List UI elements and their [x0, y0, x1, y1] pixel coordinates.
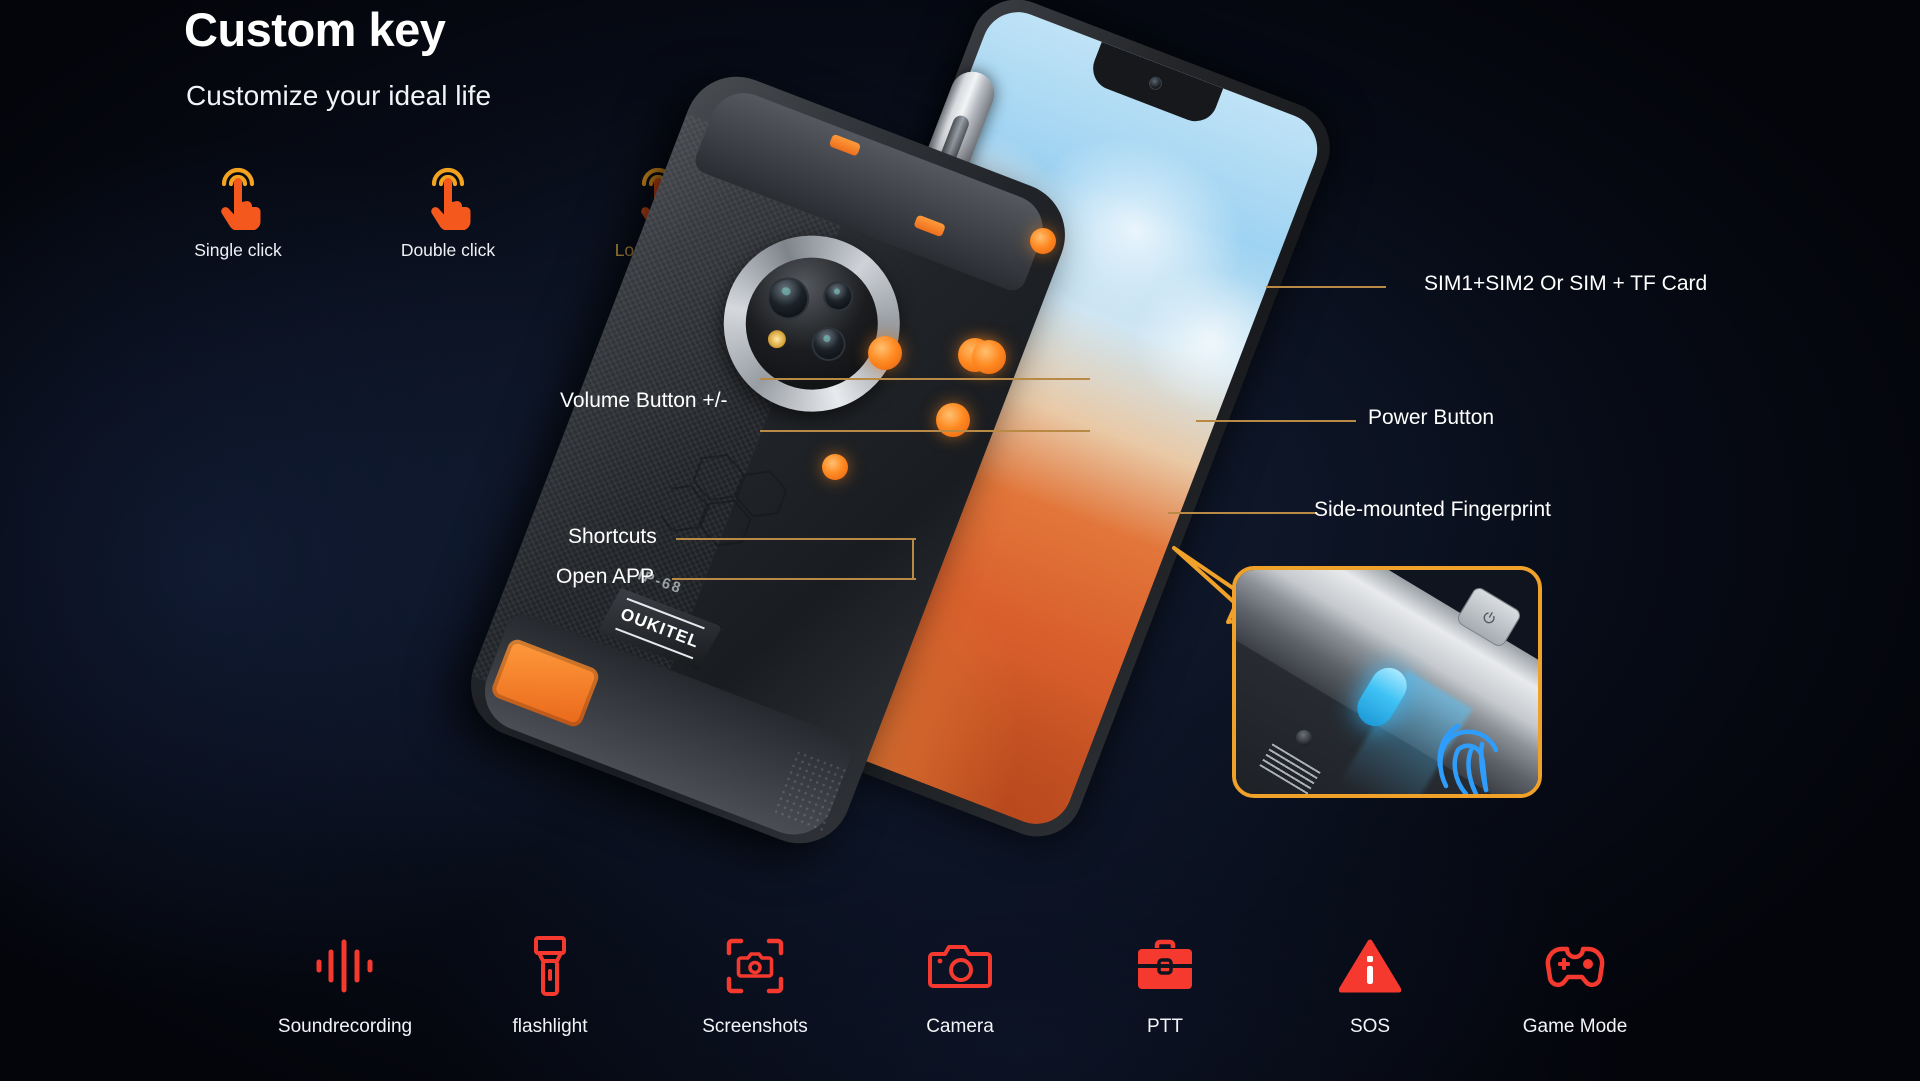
annotation-sim: SIM1+SIM2 Or SIM + TF Card [1424, 272, 1708, 295]
click-type-item: Double click [386, 158, 510, 261]
camera-lens-macro [806, 322, 851, 366]
warning-triangle-icon [1339, 930, 1401, 1002]
annotation-open-app: Open APP [556, 565, 655, 588]
bracket-volume [760, 378, 1090, 432]
feature-item-soundrecording[interactable]: Soundrecording [250, 930, 440, 1038]
feature-label: Soundrecording [277, 1016, 413, 1037]
feature-item-screenshots[interactable]: Screenshots [660, 930, 850, 1038]
feature-label: Screenshots [702, 1016, 808, 1037]
hotspot-sim-tray[interactable] [1030, 228, 1056, 254]
annotation-shortcuts: Shortcuts [568, 525, 657, 548]
bracket-shortcuts [912, 538, 918, 580]
camera-icon [928, 930, 992, 1002]
power-symbol-icon [1483, 611, 1495, 623]
fingerprint-callout [1232, 566, 1542, 798]
feature-item-flashlight[interactable]: flashlight [455, 930, 645, 1038]
leader-line-open-app [672, 578, 916, 580]
click-type-label: Single click [194, 240, 282, 260]
feature-item-game-mode[interactable]: Game Mode [1480, 930, 1670, 1038]
briefcase-icon [1134, 930, 1196, 1002]
page-subtitle: Customize your ideal life [186, 80, 492, 111]
feature-label: Game Mode [1522, 1016, 1628, 1037]
screenshot-frame-icon [725, 930, 785, 1002]
fingerprint-callout-image [1236, 570, 1538, 794]
camera-flash-icon [765, 327, 789, 351]
gamepad-icon [1541, 930, 1609, 1002]
feature-label: Camera [926, 1016, 994, 1037]
feature-item-sos[interactable]: SOS [1275, 930, 1465, 1038]
tap-hand-icon [420, 158, 476, 231]
leader-line-sim [1266, 286, 1386, 288]
page-root: Custom key Customize your ideal life Sin… [0, 0, 1920, 1081]
feature-item-camera[interactable]: Camera [865, 930, 1055, 1038]
click-type-item: Single click [176, 158, 300, 261]
page-title: Custom key [184, 3, 446, 56]
flashlight-icon [528, 930, 572, 1002]
phone-illustration: IP-68 OUKITEL [455, 0, 1344, 898]
leader-line-power [1196, 420, 1356, 422]
soundwave-icon [313, 930, 377, 1002]
feature-list: Soundrecording flashlight Screenshots Ca… [250, 930, 1670, 1038]
annotation-fingerprint: Side-mounted Fingerprint [1314, 498, 1551, 521]
annotation-volume: Volume Button +/- [560, 389, 728, 412]
camera-lens-wide [818, 276, 858, 316]
leader-line-shortcuts [676, 538, 916, 540]
leader-line-fingerprint [1168, 512, 1316, 514]
hotspot-shortcut-key[interactable] [822, 454, 848, 480]
feature-label: PTT [1147, 1016, 1183, 1037]
feature-label: SOS [1349, 1016, 1391, 1037]
hotspot-power[interactable] [972, 340, 1006, 374]
fingerprint-icon [1437, 723, 1499, 794]
hotspot-volume-down[interactable] [868, 336, 902, 370]
camera-lens-main [761, 271, 816, 326]
annotation-power: Power Button [1368, 406, 1495, 429]
tap-hand-icon [210, 158, 266, 231]
feature-label: flashlight [512, 1016, 588, 1037]
feature-item-ptt[interactable]: PTT [1070, 930, 1260, 1038]
click-type-label: Double click [400, 240, 496, 260]
